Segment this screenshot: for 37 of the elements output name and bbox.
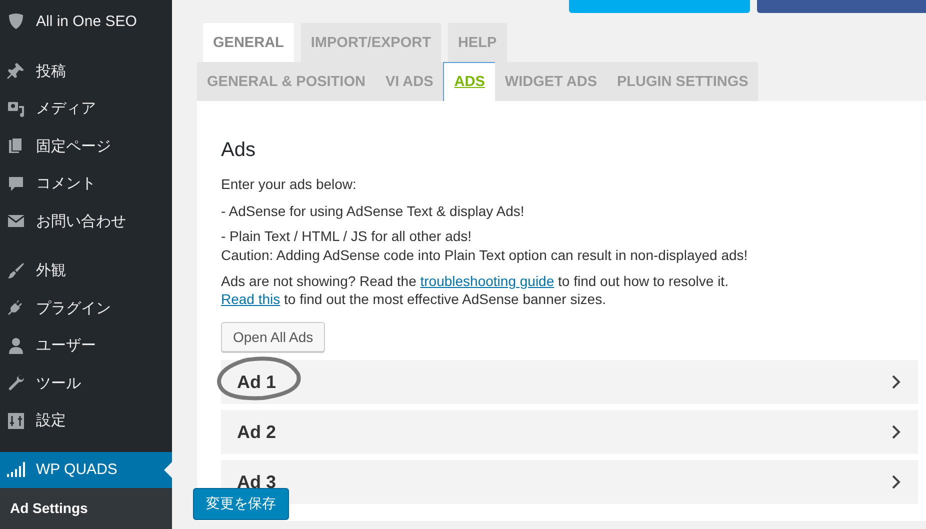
help-text: Ads are not showing? Read the troubleshooting guide to find out how to resolve it. bbox=[221, 272, 730, 290]
sidebar-menu-item[interactable]: お問い合わせ bbox=[0, 202, 172, 240]
ad-title: Ad 1 bbox=[237, 372, 276, 392]
pushpin-icon bbox=[6, 61, 26, 82]
shield-icon bbox=[6, 12, 26, 32]
sidebar-menu-item[interactable]: コメント bbox=[0, 165, 172, 202]
ad-row[interactable]: Ad 2 bbox=[221, 410, 918, 454]
sidebar-menu-item[interactable]: 投稿 bbox=[0, 52, 172, 90]
ad-row[interactable]: Ad 1 bbox=[221, 360, 918, 404]
section-heading: Ads bbox=[221, 139, 256, 162]
sliders-icon bbox=[6, 410, 26, 431]
sidebar-menu-item[interactable]: 設定 bbox=[0, 402, 172, 440]
ad-title: Ad 2 bbox=[237, 422, 276, 442]
link[interactable]: troubleshooting guide bbox=[420, 273, 554, 289]
note-text: Caution: Adding AdSense code into Plain Text option can result in non-displayed ads! bbox=[221, 247, 749, 263]
help-text: Read this to find out the most effective AdSense banner sizes. bbox=[221, 290, 607, 308]
note-text: - Plain Text / HTML / JS for all other ads! bbox=[221, 228, 473, 244]
open-all-button[interactable]: Open All Ads bbox=[221, 322, 326, 352]
tab[interactable]: GENERAL bbox=[203, 23, 294, 62]
intro-text: Enter your ads below: bbox=[221, 176, 358, 192]
signal-bars-icon bbox=[6, 460, 26, 480]
sidebar-menu-item[interactable]: All in One SEO bbox=[0, 3, 172, 40]
sidebar-menu-item[interactable]: プラグイン bbox=[0, 290, 172, 327]
sidebar-menu-item[interactable]: 外観 bbox=[0, 252, 172, 290]
link[interactable]: Read this bbox=[221, 291, 280, 307]
note-text: - AdSense for using AdSense Text & display Ads! bbox=[221, 203, 526, 219]
sidebar-menu-item[interactable]: WP QUADS bbox=[0, 452, 172, 488]
chevron-right-icon bbox=[890, 475, 902, 489]
save-button[interactable]: 変更を保存 bbox=[193, 488, 289, 520]
sidebar-menu-item[interactable]: ツール bbox=[0, 364, 172, 402]
sidebar-menu-item[interactable]: メディア bbox=[0, 90, 172, 128]
brush-icon bbox=[6, 260, 26, 281]
chevron-right-icon bbox=[890, 375, 902, 389]
sidebar-menu-item[interactable]: ユーザー bbox=[0, 327, 172, 364]
chevron-right-icon bbox=[890, 425, 902, 439]
sidebar-menu-item[interactable]: 固定ページ bbox=[0, 128, 172, 165]
user-icon bbox=[6, 336, 26, 356]
